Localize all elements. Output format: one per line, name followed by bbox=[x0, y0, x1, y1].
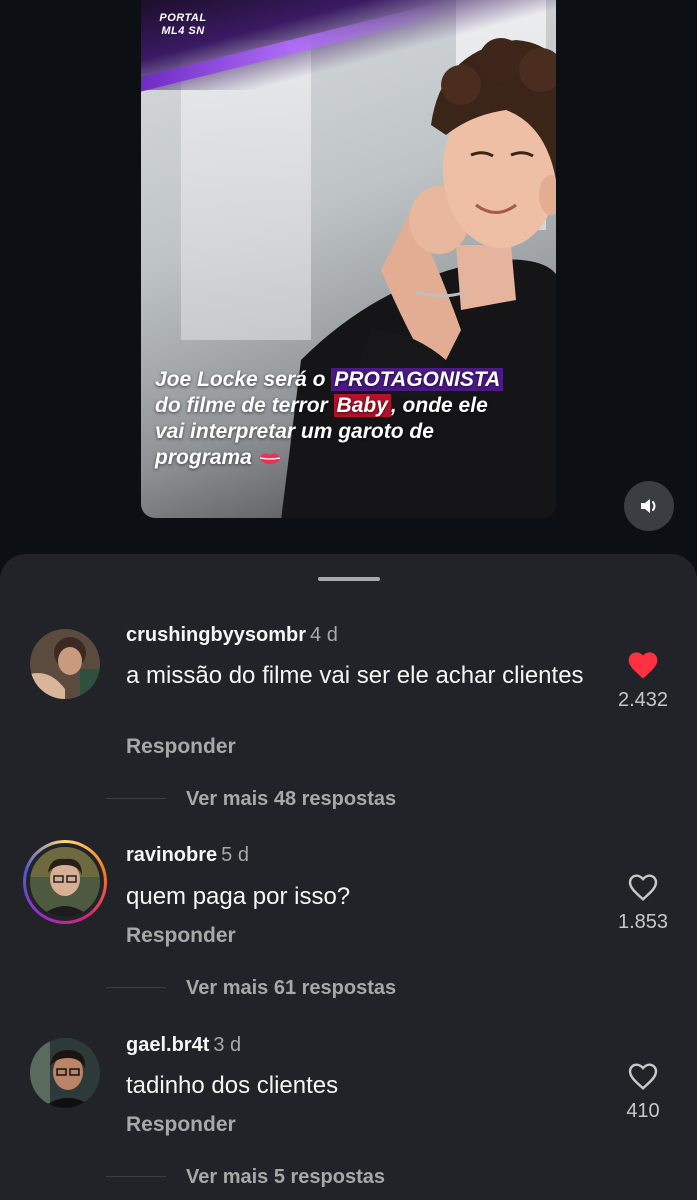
divider-line bbox=[106, 1176, 166, 1177]
divider-line bbox=[106, 798, 166, 799]
caption-highlight-protagonista: PROTAGONISTA bbox=[331, 368, 504, 391]
comment-username[interactable]: gael.br4t 3 d bbox=[126, 1034, 241, 1057]
like-count: 410 bbox=[626, 1100, 660, 1122]
comment-username[interactable]: crushingbyysombr 4 d bbox=[126, 624, 338, 647]
comment-text: a missão do filme vai ser ele achar clie… bbox=[126, 662, 584, 689]
drag-handle[interactable] bbox=[318, 577, 380, 581]
comment-text: quem paga por isso? bbox=[126, 883, 351, 910]
like-count: 2.432 bbox=[617, 689, 669, 711]
video-player[interactable]: PORTAL ML4 SN Joe Locke será o PROTAGONI… bbox=[141, 0, 556, 518]
portal-logo-line1: PORTAL bbox=[159, 12, 207, 24]
reply-button[interactable]: Responder bbox=[126, 924, 236, 948]
comment-time: 4 d bbox=[310, 624, 338, 646]
caption-part2: do filme de terror bbox=[155, 394, 334, 417]
heart-outline-icon bbox=[628, 874, 658, 901]
view-more-replies[interactable]: Ver mais 5 respostas bbox=[186, 1166, 385, 1189]
portal-logo-line2: ML4 SN bbox=[161, 25, 205, 37]
lips-icon bbox=[258, 453, 281, 465]
username-text[interactable]: gael.br4t bbox=[126, 1034, 209, 1056]
like-button[interactable]: 410 bbox=[608, 1061, 678, 1123]
comment-username[interactable]: ravinobre 5 d bbox=[126, 844, 249, 867]
heart-outline-icon bbox=[628, 1063, 658, 1090]
view-more-replies[interactable]: Ver mais 48 respostas bbox=[186, 788, 396, 811]
speaker-icon bbox=[641, 499, 656, 513]
like-button[interactable]: 2.432 bbox=[608, 650, 678, 712]
portal-logo: PORTAL ML4 SN bbox=[151, 12, 215, 38]
comment-time: 5 d bbox=[221, 844, 249, 866]
like-button[interactable]: 1.853 bbox=[608, 872, 678, 934]
view-more-replies[interactable]: Ver mais 61 respostas bbox=[186, 977, 396, 1000]
avatar[interactable] bbox=[30, 629, 100, 699]
username-text[interactable]: crushingbyysombr bbox=[126, 624, 306, 646]
mute-button[interactable] bbox=[624, 481, 674, 531]
reply-button[interactable]: Responder bbox=[126, 1113, 236, 1137]
caption-part1: Joe Locke será o bbox=[155, 368, 332, 391]
heart-filled-icon bbox=[628, 652, 658, 679]
reply-button[interactable]: Responder bbox=[126, 735, 236, 759]
avatar-story-ring[interactable] bbox=[23, 840, 107, 924]
divider-line bbox=[106, 987, 166, 988]
like-count: 1.853 bbox=[617, 911, 669, 933]
caption-highlight-baby: Baby bbox=[333, 394, 391, 417]
comment-time: 3 d bbox=[213, 1034, 242, 1056]
post-caption: Joe Locke será o PROTAGONISTA do filme d… bbox=[155, 367, 515, 471]
avatar[interactable] bbox=[30, 1038, 100, 1108]
username-text[interactable]: ravinobre bbox=[126, 844, 217, 866]
avatar bbox=[30, 847, 100, 917]
comments-sheet: crushingbyysombr 4 d a missão do filme va… bbox=[0, 554, 697, 1200]
comment-text: tadinho dos clientes bbox=[126, 1072, 339, 1099]
reels-screen: PORTAL ML4 SN Joe Locke será o PROTAGONI… bbox=[0, 0, 697, 1200]
